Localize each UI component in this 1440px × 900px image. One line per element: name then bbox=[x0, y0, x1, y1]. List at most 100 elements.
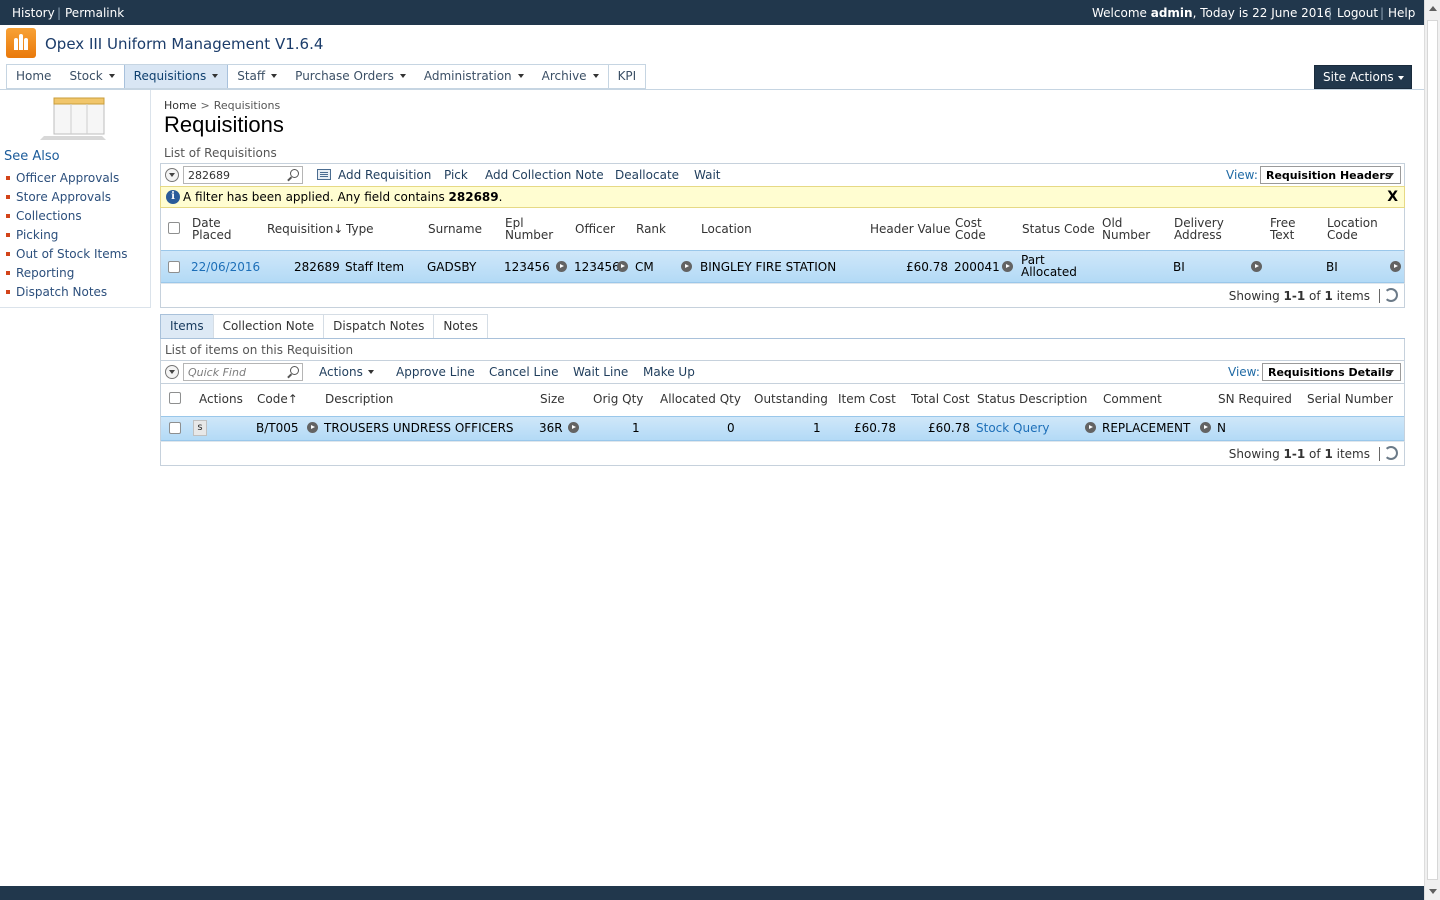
arrow-right-icon[interactable] bbox=[1200, 422, 1211, 433]
row-checkbox[interactable] bbox=[168, 261, 180, 273]
header-date-placed[interactable]: Date Placed bbox=[192, 217, 232, 241]
row-action-button[interactable]: s bbox=[193, 420, 207, 436]
date-placed-link[interactable]: 22/06/2016 bbox=[191, 261, 260, 273]
arrow-right-icon[interactable] bbox=[1251, 261, 1262, 272]
arrow-right-icon[interactable] bbox=[568, 422, 579, 433]
add-requisition-icon[interactable] bbox=[317, 169, 331, 180]
header-status-code[interactable]: Status Code bbox=[1022, 223, 1095, 235]
site-actions-button[interactable]: Site Actions bbox=[1314, 65, 1412, 89]
nav-archive[interactable]: Archive bbox=[533, 65, 608, 88]
row-checkbox[interactable] bbox=[169, 422, 181, 434]
search-icon[interactable] bbox=[290, 366, 299, 375]
header-requisition[interactable]: Requisition↓ bbox=[267, 223, 343, 235]
breadcrumb-home[interactable]: Home bbox=[164, 99, 196, 112]
header-sn-required[interactable]: SN Required bbox=[1218, 393, 1292, 405]
header-allocated-qty[interactable]: Allocated Qty bbox=[660, 393, 741, 405]
header-epl-number[interactable]: Epl Number bbox=[505, 217, 553, 241]
nav-requisitions[interactable]: Requisitions bbox=[123, 65, 229, 88]
tab-items[interactable]: Items bbox=[160, 314, 214, 339]
view-select[interactable]: Requisition Headers bbox=[1260, 166, 1401, 184]
header-delivery-address[interactable]: Delivery Address bbox=[1174, 217, 1224, 241]
select-all-checkbox[interactable] bbox=[168, 222, 180, 234]
wait-line-button[interactable]: Wait Line bbox=[573, 365, 628, 379]
sidebar-item-out-of-stock-items[interactable]: Out of Stock Items bbox=[16, 247, 128, 261]
arrow-right-icon[interactable] bbox=[1085, 422, 1096, 433]
make-up-button[interactable]: Make Up bbox=[643, 365, 695, 379]
arrow-right-icon[interactable] bbox=[681, 261, 692, 272]
nav-stock[interactable]: Stock bbox=[60, 65, 123, 88]
permalink-link[interactable]: Permalink bbox=[65, 6, 124, 20]
header-code[interactable]: Code↑ bbox=[257, 393, 298, 405]
page-title: Requisitions bbox=[164, 112, 284, 137]
tab-collection-note[interactable]: Collection Note bbox=[212, 314, 325, 339]
search-icon[interactable] bbox=[290, 169, 299, 178]
search-input[interactable]: 282689 bbox=[183, 166, 303, 184]
vertical-scrollbar[interactable] bbox=[1424, 0, 1440, 900]
tab-notes[interactable]: Notes bbox=[433, 314, 489, 339]
site-title[interactable]: Opex III Uniform Management V1.6.4 bbox=[45, 35, 323, 53]
close-icon[interactable]: X bbox=[1387, 189, 1398, 205]
arrow-right-icon[interactable] bbox=[307, 422, 318, 433]
header-officer[interactable]: Officer bbox=[575, 223, 615, 235]
approve-line-button[interactable]: Approve Line bbox=[396, 365, 475, 379]
quick-find-input[interactable]: Quick Find bbox=[183, 363, 303, 381]
select-all-checkbox[interactable] bbox=[169, 392, 181, 404]
header-comment[interactable]: Comment bbox=[1103, 393, 1162, 405]
nav-administration[interactable]: Administration bbox=[415, 65, 533, 88]
history-link[interactable]: History bbox=[12, 6, 55, 20]
view-select[interactable]: Requisitions Details bbox=[1262, 363, 1401, 381]
refresh-icon[interactable] bbox=[1384, 288, 1398, 302]
header-item-cost[interactable]: Item Cost bbox=[838, 393, 896, 405]
site-logo-icon[interactable] bbox=[6, 28, 36, 58]
nav-kpi[interactable]: KPI bbox=[607, 65, 646, 88]
header-type[interactable]: Type bbox=[346, 223, 374, 235]
sidebar-item-reporting[interactable]: Reporting bbox=[16, 266, 74, 280]
sidebar-item-officer-approvals[interactable]: Officer Approvals bbox=[16, 171, 119, 185]
scroll-thumb[interactable] bbox=[1427, 20, 1438, 880]
header-old-number[interactable]: Old Number bbox=[1102, 217, 1150, 241]
tab-dispatch-notes[interactable]: Dispatch Notes bbox=[323, 314, 435, 339]
logout-link[interactable]: Logout bbox=[1337, 6, 1378, 20]
add-collection-note-button[interactable]: Add Collection Note bbox=[485, 168, 604, 182]
header-description[interactable]: Description bbox=[325, 393, 393, 405]
user-name[interactable]: admin bbox=[1151, 6, 1193, 20]
header-surname[interactable]: Surname bbox=[428, 223, 482, 235]
pick-button[interactable]: Pick bbox=[444, 168, 468, 182]
cancel-line-button[interactable]: Cancel Line bbox=[489, 365, 558, 379]
header-actions[interactable]: Actions bbox=[199, 393, 243, 405]
header-free-text[interactable]: Free Text bbox=[1270, 217, 1295, 241]
add-requisition-button[interactable]: Add Requisition bbox=[338, 168, 431, 182]
header-status-description[interactable]: Status Description bbox=[977, 393, 1087, 405]
header-total-cost[interactable]: Total Cost bbox=[911, 393, 970, 405]
arrow-right-icon[interactable] bbox=[1390, 261, 1401, 272]
header-cost-code[interactable]: Cost Code bbox=[955, 217, 986, 241]
scroll-down-arrow-icon[interactable] bbox=[1429, 889, 1437, 894]
scroll-up-arrow-icon[interactable] bbox=[1429, 6, 1437, 11]
nav-home[interactable]: Home bbox=[7, 65, 60, 88]
nav-purchase-orders[interactable]: Purchase Orders bbox=[286, 65, 415, 88]
header-outstanding[interactable]: Outstanding bbox=[754, 393, 828, 405]
header-rank[interactable]: Rank bbox=[636, 223, 666, 235]
deallocate-button[interactable]: Deallocate bbox=[615, 168, 679, 182]
header-orig-qty[interactable]: Orig Qty bbox=[593, 393, 643, 405]
sidebar-item-dispatch-notes[interactable]: Dispatch Notes bbox=[16, 285, 107, 299]
header-header-value[interactable]: Header Value bbox=[870, 223, 950, 235]
help-link[interactable]: Help bbox=[1388, 6, 1415, 20]
header-location[interactable]: Location bbox=[701, 223, 752, 235]
expand-toolbar-icon[interactable] bbox=[165, 365, 179, 379]
sidebar-item-collections[interactable]: Collections bbox=[16, 209, 82, 223]
status-description-link[interactable]: Stock Query bbox=[976, 422, 1050, 434]
expand-toolbar-icon[interactable] bbox=[165, 168, 179, 182]
refresh-icon[interactable] bbox=[1384, 446, 1398, 460]
header-size[interactable]: Size bbox=[540, 393, 565, 405]
arrow-right-icon[interactable] bbox=[617, 261, 628, 272]
wait-button[interactable]: Wait bbox=[694, 168, 721, 182]
actions-menu[interactable]: Actions bbox=[319, 365, 374, 379]
arrow-right-icon[interactable] bbox=[1002, 261, 1013, 272]
sidebar-item-picking[interactable]: Picking bbox=[16, 228, 58, 242]
arrow-right-icon[interactable] bbox=[556, 261, 567, 272]
header-serial-number[interactable]: Serial Number bbox=[1307, 393, 1393, 405]
nav-staff[interactable]: Staff bbox=[228, 65, 286, 88]
sidebar-item-store-approvals[interactable]: Store Approvals bbox=[16, 190, 111, 204]
header-location-code[interactable]: Location Code bbox=[1327, 217, 1378, 241]
